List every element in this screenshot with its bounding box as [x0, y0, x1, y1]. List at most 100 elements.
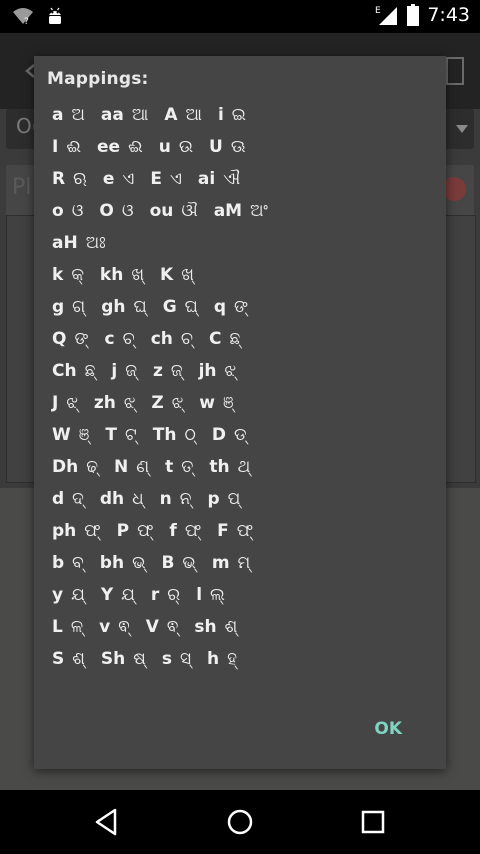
- mapping-latin-key: u: [158, 137, 171, 157]
- mapping-pair: iଇ: [218, 105, 246, 125]
- mapping-odia-glyph: ଞ୍: [223, 393, 234, 413]
- mapping-pair: Aଆ: [164, 105, 202, 125]
- mapping-odia-glyph: ଙ୍: [74, 329, 89, 349]
- mapping-latin-key: h: [207, 649, 220, 669]
- mapping-odia-glyph: ଶ୍: [72, 649, 85, 669]
- mapping-pair: w ଞ୍: [199, 393, 233, 413]
- mapping-latin-key: sh: [194, 617, 217, 637]
- mapping-odia-glyph: ଛ୍: [84, 361, 96, 381]
- mapping-odia-glyph: ସ୍: [179, 649, 192, 669]
- mapping-latin-key: K: [160, 265, 174, 285]
- mapping-row: R ଋ e ଏ E ଏ ai ଐ: [52, 163, 284, 195]
- mapping-odia-glyph: ଠ୍: [184, 425, 196, 445]
- mapping-odia-glyph: ଯ୍: [121, 585, 135, 605]
- mapping-latin-key: v: [99, 617, 111, 637]
- mapping-row: W ଞ୍ T ଟ୍ Th ଠ୍ D ଡ୍: [52, 419, 284, 451]
- mapping-row: Ch ଛ୍ j ଜ୍ z ଜ୍ jh ଝ୍: [52, 355, 284, 387]
- save-icon: [446, 57, 464, 85]
- mapping-pair: d ଦ୍: [52, 489, 84, 509]
- mapping-pair: b ବ୍: [52, 553, 84, 573]
- mapping-pair: Ch ଛ୍: [52, 361, 95, 381]
- mapping-row: a ଅ aa ଆ A ଆ i ଇ: [52, 99, 284, 131]
- mapping-row: b ବ୍ bh ଭ୍ B ଭ୍ m ମ୍: [52, 547, 284, 579]
- mapping-pair: D ଡ୍: [212, 425, 247, 445]
- mapping-pair: aM ଅଂ: [214, 201, 268, 221]
- background-input-placeholder: Pl: [12, 175, 32, 200]
- mapping-odia-glyph: ତ୍: [181, 457, 194, 477]
- mapping-odia-glyph: କ୍: [71, 265, 84, 285]
- mapping-odia-glyph: ବ୍: [72, 553, 84, 573]
- mapping-latin-key: aH: [52, 233, 78, 253]
- mapping-latin-key: ch: [150, 329, 173, 349]
- signal-icon: E: [375, 6, 398, 25]
- mapping-latin-key: A: [164, 105, 178, 125]
- mapping-odia-glyph: ଫ୍: [137, 521, 154, 541]
- mapping-latin-key: aa: [100, 105, 124, 125]
- mapping-pair: aa ଆ: [101, 105, 148, 125]
- mapping-pair: Uଊ: [209, 137, 245, 157]
- android-icon: [49, 7, 61, 24]
- mapping-pair: S ଶ୍: [52, 649, 85, 669]
- mapping-row: k କ୍ kh ଖ୍ K ଖ୍: [52, 259, 284, 291]
- mapping-pair: Eଏ: [150, 169, 182, 189]
- mapping-odia-glyph: ଫ୍: [84, 521, 101, 541]
- mapping-pair: kh ଖ୍: [100, 265, 144, 285]
- mapping-pair: z ଜ୍: [153, 361, 183, 381]
- mapping-row: d ଦ୍ dh ଧ୍ n ନ୍ p ପ୍: [52, 483, 284, 515]
- mapping-pair: Sh ଷ୍: [101, 649, 146, 669]
- mapping-odia-glyph: ଓ: [71, 201, 84, 221]
- mapping-odia-glyph: ଝ୍: [66, 393, 78, 413]
- ok-button[interactable]: OK: [374, 719, 402, 739]
- mapping-latin-key: ou: [149, 201, 174, 221]
- mapping-latin-key: V: [145, 617, 159, 637]
- mapping-latin-key: N: [113, 457, 129, 477]
- mapping-pair: Y ଯ୍: [101, 585, 135, 605]
- mapping-row: I ଈ ee ଈ u ଉ U ଊ: [52, 131, 284, 163]
- mapping-odia-glyph: ଶ୍: [224, 617, 238, 637]
- mapping-odia-glyph: ଘ୍: [184, 297, 198, 317]
- mapping-pair: eଏ: [103, 169, 134, 189]
- mapping-latin-key: t: [165, 457, 174, 477]
- mapping-odia-glyph: ଖ୍: [181, 265, 194, 285]
- mapping-pair: k କ୍: [52, 265, 84, 285]
- mapping-pair: q ଙ୍: [214, 297, 248, 317]
- mapping-latin-key: l: [196, 585, 203, 605]
- recents-icon[interactable]: [357, 806, 389, 838]
- mapping-odia-glyph: ର୍: [167, 585, 181, 605]
- mapping-row: aH ଅଃ: [52, 227, 284, 259]
- svg-text:?: ?: [24, 17, 29, 25]
- mapping-latin-key: s: [161, 649, 172, 669]
- mapping-pair: v ଵ୍: [99, 617, 130, 637]
- mapping-pair: Z ଝ୍: [151, 393, 183, 413]
- mapping-pair: dh ଧ୍: [100, 489, 144, 509]
- back-icon[interactable]: [91, 806, 123, 838]
- mapping-pair: s ସ୍: [162, 649, 191, 669]
- mapping-odia-glyph: ଋ: [73, 169, 87, 189]
- mapping-latin-key: y: [52, 585, 64, 605]
- home-icon[interactable]: [224, 806, 256, 838]
- mapping-pair: t ତ୍: [165, 457, 193, 477]
- mapping-latin-key: C: [208, 329, 222, 349]
- mapping-latin-key: i: [217, 105, 224, 125]
- mapping-odia-glyph: ନ୍: [179, 489, 192, 509]
- mapping-pair: gh ଘ୍: [101, 297, 146, 317]
- mapping-row: L ଳ୍ v ଵ୍ V ଵ୍ sh ଶ୍: [52, 611, 284, 643]
- mapping-odia-glyph: ମ୍: [237, 553, 251, 573]
- mapping-odia-glyph: ଗ୍: [72, 297, 86, 317]
- mapping-pair: ai ଐ: [198, 169, 240, 189]
- mapping-odia-glyph: ଚ୍: [122, 329, 135, 349]
- mapping-odia-glyph: ଣ୍: [136, 457, 150, 477]
- mapping-latin-key: f: [169, 521, 177, 541]
- mapping-latin-key: J: [52, 393, 59, 413]
- mapping-latin-key: jh: [198, 361, 217, 381]
- mapping-latin-key: aM: [213, 201, 243, 221]
- mapping-odia-glyph: ଝ୍: [224, 361, 237, 381]
- mapping-odia-glyph: ଈ: [66, 137, 81, 157]
- mapping-latin-key: z: [152, 361, 163, 381]
- mappings-dialog: Mappings: a ଅ aa ଆ A ଆ i ଇ I ଈ ee ଈ u ଉ U ଊ R ଋ e ଏ E ଏ ai ଐ o ଓ O…: [34, 56, 446, 769]
- mapping-odia-glyph: ଫ୍: [184, 521, 202, 541]
- mapping-latin-key: kh: [99, 265, 124, 285]
- mapping-latin-key: j: [111, 361, 118, 381]
- mapping-odia-glyph: ଆ: [185, 105, 202, 125]
- mapping-odia-glyph: ଥ୍: [237, 457, 251, 477]
